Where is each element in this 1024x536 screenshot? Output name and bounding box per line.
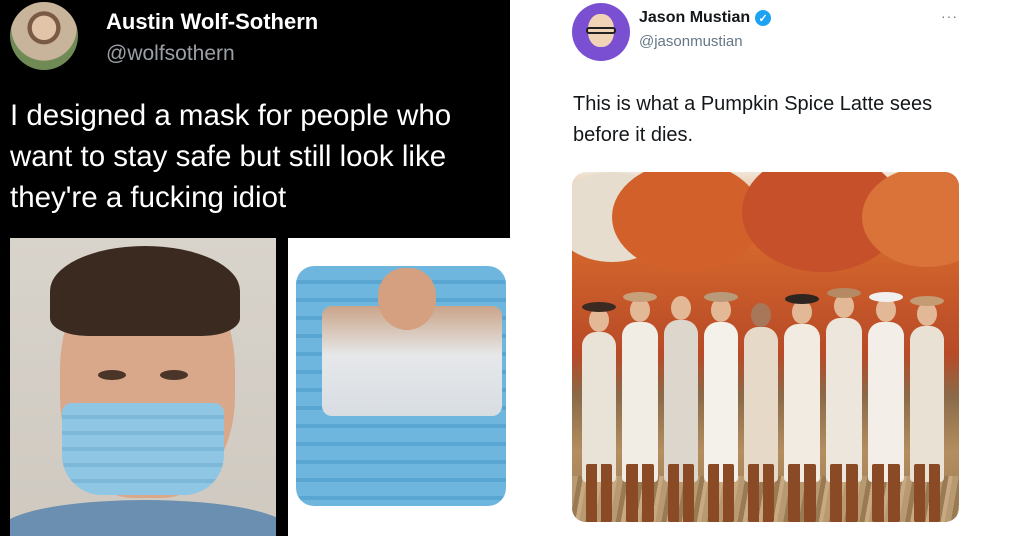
nose bbox=[378, 268, 436, 330]
person bbox=[784, 294, 820, 522]
tweet-image-man-wearing-mask[interactable] bbox=[10, 238, 276, 536]
tweet-image-group-photo[interactable] bbox=[572, 172, 959, 522]
person bbox=[744, 303, 778, 522]
person bbox=[704, 292, 738, 522]
author-handle[interactable]: @wolfsothern bbox=[106, 42, 235, 66]
right-tweet: Jason Mustian ✓ @jasonmustian ··· This i… bbox=[553, 0, 974, 536]
avatar[interactable] bbox=[572, 3, 630, 61]
hair bbox=[50, 246, 240, 336]
author-name[interactable]: Austin Wolf-Sothern bbox=[106, 9, 318, 35]
avatar[interactable] bbox=[10, 2, 78, 70]
author-row: Jason Mustian ✓ bbox=[639, 9, 772, 27]
eye bbox=[160, 370, 188, 380]
eye bbox=[98, 370, 126, 380]
tweet-image-mask-closeup[interactable] bbox=[288, 238, 510, 536]
left-tweet: Austin Wolf-Sothern @wolfsothern I desig… bbox=[0, 0, 510, 536]
person bbox=[622, 292, 658, 522]
person bbox=[868, 292, 904, 522]
tweet-text: This is what a Pumpkin Spice Latte sees … bbox=[573, 93, 933, 146]
person bbox=[664, 296, 698, 522]
more-options-icon[interactable]: ··· bbox=[941, 8, 958, 24]
tweet-text: I designed a mask for people who want to… bbox=[10, 99, 452, 214]
person bbox=[582, 302, 616, 522]
person bbox=[826, 288, 862, 522]
glasses-icon bbox=[586, 27, 616, 34]
shirt bbox=[10, 500, 276, 536]
person bbox=[910, 296, 944, 522]
surgical-mask bbox=[62, 403, 224, 495]
author-handle[interactable]: @jasonmustian bbox=[639, 33, 743, 50]
verified-badge-icon: ✓ bbox=[755, 10, 772, 26]
author-name[interactable]: Jason Mustian bbox=[639, 9, 750, 27]
